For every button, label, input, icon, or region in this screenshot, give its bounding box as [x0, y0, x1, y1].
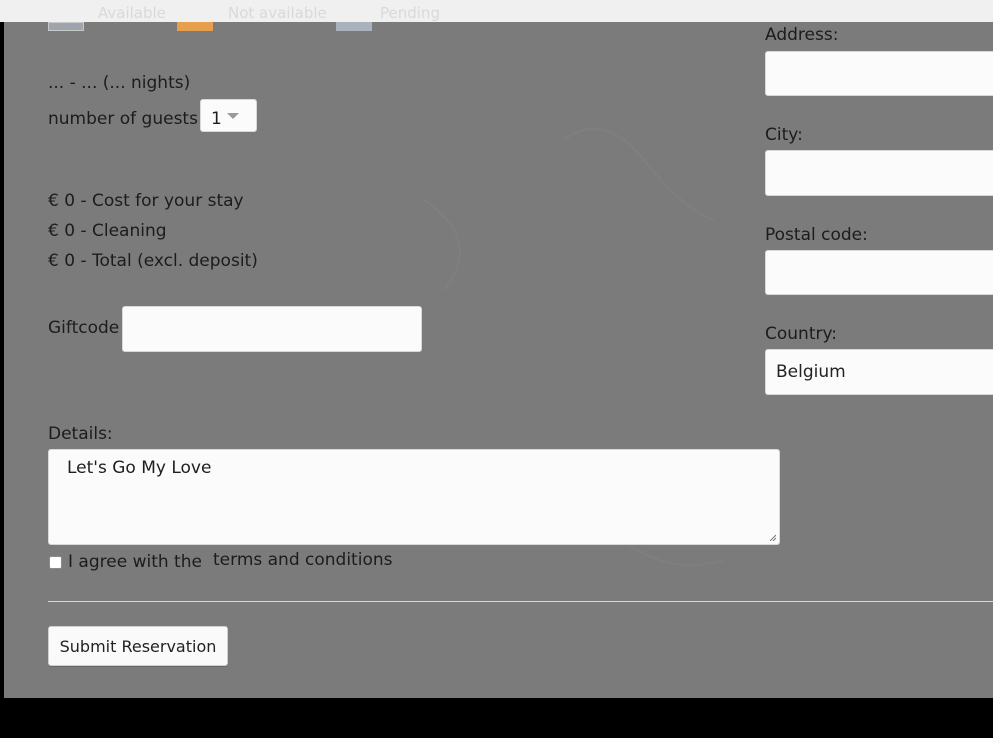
- stay-dates: ... - ... (... nights): [48, 73, 191, 93]
- terms-checkbox[interactable]: [49, 556, 62, 569]
- country-select[interactable]: Belgium: [765, 349, 993, 395]
- country-value: Belgium: [776, 362, 846, 382]
- guests-select[interactable]: 1: [200, 99, 257, 132]
- submit-reservation-button[interactable]: Submit Reservation: [48, 626, 228, 666]
- legend-available-label: Available: [98, 4, 166, 22]
- giftcode-input[interactable]: [122, 306, 422, 352]
- city-input[interactable]: [765, 150, 993, 196]
- availability-legend-bar: Available Not available Pending: [0, 0, 993, 22]
- city-label: City:: [765, 125, 803, 145]
- details-label: Details:: [48, 424, 113, 444]
- legend-pending-label: Pending: [380, 4, 440, 22]
- cost-cleaning: € 0 - Cleaning: [48, 221, 167, 241]
- guests-value: 1: [211, 109, 222, 129]
- postal-code-label: Postal code:: [765, 225, 868, 245]
- cost-total: € 0 - Total (excl. deposit): [48, 251, 258, 271]
- resize-grip-icon[interactable]: [769, 534, 776, 541]
- address-input[interactable]: [765, 51, 993, 96]
- legend-not-available-swatch: [177, 22, 213, 31]
- chevron-down-icon: [227, 113, 239, 119]
- legend-not-available-label: Not available: [228, 4, 327, 22]
- guests-label: number of guests:: [48, 109, 204, 129]
- cost-stay: € 0 - Cost for your stay: [48, 191, 244, 211]
- terms-prefix: I agree with the: [68, 552, 202, 572]
- country-label: Country:: [765, 324, 838, 344]
- legend-available-swatch: [48, 22, 84, 31]
- page-stage: ... - ... (... nights) number of guests:…: [0, 0, 993, 738]
- legend-pending-swatch: [336, 22, 372, 31]
- postal-code-input[interactable]: [765, 250, 993, 295]
- reservation-panel: ... - ... (... nights) number of guests:…: [4, 0, 993, 698]
- details-textarea[interactable]: Let's Go My Love: [48, 449, 780, 545]
- giftcode-label: Giftcode: [48, 318, 120, 338]
- address-label: Address:: [765, 25, 839, 45]
- terms-link[interactable]: terms and conditions: [213, 550, 392, 570]
- form-divider: [48, 601, 993, 602]
- details-value: Let's Go My Love: [67, 458, 212, 478]
